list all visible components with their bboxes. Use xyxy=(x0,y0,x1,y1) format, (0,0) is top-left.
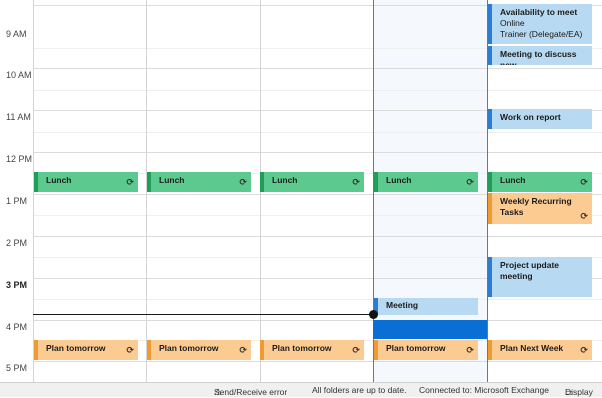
event-meeting-to-discuss[interactable]: Meeting to discuss new xyxy=(488,46,592,65)
recurring-icon: ⟳ xyxy=(239,345,247,355)
event-plan-tomorrow[interactable]: Plan tomorrow ⟳ xyxy=(260,340,364,360)
recurring-icon: ⟳ xyxy=(466,177,474,187)
event-title: Plan tomorrow xyxy=(386,343,446,353)
event-lunch[interactable]: Lunch ⟳ xyxy=(488,172,592,192)
calendar-grid[interactable]: 9 AM 10 AM 11 AM 12 PM 1 PM 2 PM 3 PM 4 … xyxy=(0,0,602,382)
event-title: Lunch xyxy=(500,175,526,185)
event-availability-to-meet[interactable]: Availability to meet Online Trainer (Del… xyxy=(488,4,592,44)
hour-line xyxy=(33,361,602,362)
selected-time-slot[interactable] xyxy=(373,320,487,339)
time-label-11am: 11 AM xyxy=(6,112,31,122)
recurring-icon: ⟳ xyxy=(126,177,134,187)
connection-status: Connected to: Microsoft Exchange xyxy=(419,385,549,395)
event-plan-tomorrow[interactable]: Plan tomorrow ⟳ xyxy=(147,340,251,360)
event-title: Plan Next Week xyxy=(500,343,564,353)
current-time-line xyxy=(33,314,373,315)
event-title: Meeting xyxy=(386,300,419,310)
recurring-icon: ⟳ xyxy=(352,177,360,187)
time-label-4pm: 4 PM xyxy=(6,322,28,332)
current-time-dot xyxy=(369,310,378,319)
event-title: Availability to meet xyxy=(500,7,578,17)
recurring-icon: ⟳ xyxy=(239,177,247,187)
half-hour-line xyxy=(33,132,602,133)
event-work-on-report[interactable]: Work on report xyxy=(488,109,592,129)
event-title: Lunch xyxy=(272,175,298,185)
folders-status: All folders are up to date. xyxy=(312,385,407,395)
event-location: Online xyxy=(500,18,525,28)
event-title: Project update meeting xyxy=(500,260,560,281)
event-title: Meeting to discuss new xyxy=(500,49,577,65)
recurring-icon: ⟳ xyxy=(580,211,588,221)
time-label-2pm: 2 PM xyxy=(6,238,28,248)
event-title: Lunch xyxy=(159,175,185,185)
event-weekly-recurring-tasks[interactable]: Weekly Recurring Tasks ⟳ xyxy=(488,193,592,224)
event-plan-tomorrow[interactable]: Plan tomorrow ⟳ xyxy=(374,340,478,360)
event-meeting[interactable]: Meeting xyxy=(374,298,478,315)
recurring-icon: ⟳ xyxy=(352,345,360,355)
recurring-icon: ⟳ xyxy=(466,345,474,355)
hour-line xyxy=(33,152,602,153)
event-organizer: Trainer (Delegate/EA) xyxy=(500,29,583,39)
time-label-5pm: 5 PM xyxy=(6,363,28,373)
event-title: Work on report xyxy=(500,112,561,122)
half-hour-line xyxy=(33,299,602,300)
half-hour-line xyxy=(33,90,602,91)
time-label-3pm: 3 PM xyxy=(6,280,28,290)
time-label-9am: 9 AM xyxy=(6,29,27,39)
event-title: Lunch xyxy=(386,175,412,185)
hour-line xyxy=(33,68,602,69)
event-title: Weekly Recurring Tasks xyxy=(500,196,572,217)
event-project-update-meeting[interactable]: Project update meeting xyxy=(488,257,592,297)
event-lunch[interactable]: Lunch ⟳ xyxy=(147,172,251,192)
recurring-icon: ⟳ xyxy=(580,345,588,355)
time-label-12pm: 12 PM xyxy=(6,154,33,164)
event-lunch[interactable]: Lunch ⟳ xyxy=(34,172,138,192)
event-title: Plan tomorrow xyxy=(159,343,219,353)
recurring-icon: ⟳ xyxy=(126,345,134,355)
event-lunch[interactable]: Lunch ⟳ xyxy=(260,172,364,192)
event-title: Plan tomorrow xyxy=(46,343,106,353)
event-plan-tomorrow[interactable]: Plan tomorrow ⟳ xyxy=(34,340,138,360)
event-title: Lunch xyxy=(46,175,72,185)
hour-line xyxy=(33,236,602,237)
event-title: Plan tomorrow xyxy=(272,343,332,353)
recurring-icon: ⟳ xyxy=(580,177,588,187)
hour-line xyxy=(33,320,602,321)
status-bar: ⚠ Send/Receive error All folders are up … xyxy=(0,382,602,397)
time-label-10am: 10 AM xyxy=(6,70,32,80)
event-lunch[interactable]: Lunch ⟳ xyxy=(374,172,478,192)
event-plan-next-week[interactable]: Plan Next Week ⟳ xyxy=(488,340,592,360)
time-label-1pm: 1 PM xyxy=(6,196,28,206)
